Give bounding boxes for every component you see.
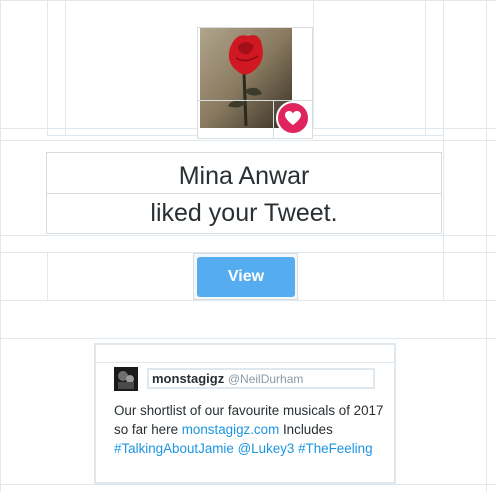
- headline-divider: [47, 193, 441, 194]
- grid-line: [0, 484, 496, 485]
- view-button[interactable]: View: [197, 257, 295, 297]
- tweet-author[interactable]: monstagigz @NeilDurham: [147, 368, 375, 389]
- grid-line: [425, 0, 426, 135]
- tweet-text-part: Includes: [279, 422, 333, 437]
- tweet-text: Our shortlist of our favourite musicals …: [114, 401, 384, 458]
- tweet-author-avatar[interactable]: [114, 367, 138, 391]
- grid-line: [0, 300, 496, 301]
- actor-name[interactable]: Mina Anwar: [47, 158, 441, 195]
- grid-line: [65, 0, 66, 135]
- hashtag-link[interactable]: #TheFeeling: [298, 441, 372, 456]
- tweet-author-name[interactable]: monstagigz: [152, 371, 224, 386]
- grid-line: [443, 0, 444, 300]
- author-avatar-image: [114, 367, 138, 391]
- grid-line: [313, 0, 314, 128]
- grid-line: [0, 0, 496, 1]
- like-badge: [276, 101, 310, 135]
- heart-icon: [285, 111, 301, 125]
- tweet-link[interactable]: monstagigz.com: [182, 422, 280, 437]
- avatar-divider: [273, 100, 274, 139]
- grid-line: [0, 338, 496, 339]
- tweet-author-handle[interactable]: @NeilDurham: [228, 372, 304, 386]
- card-divider: [96, 362, 394, 363]
- hashtag-link[interactable]: #TalkingAboutJamie: [114, 441, 234, 456]
- grid-line: [0, 235, 496, 236]
- grid-line: [0, 140, 496, 141]
- mention-link[interactable]: @Lukey3: [238, 441, 295, 456]
- grid-line: [47, 252, 48, 300]
- grid-line: [0, 0, 1, 492]
- grid-line: [47, 0, 48, 135]
- grid-line: [486, 0, 487, 492]
- action-text: liked your Tweet.: [150, 199, 338, 227]
